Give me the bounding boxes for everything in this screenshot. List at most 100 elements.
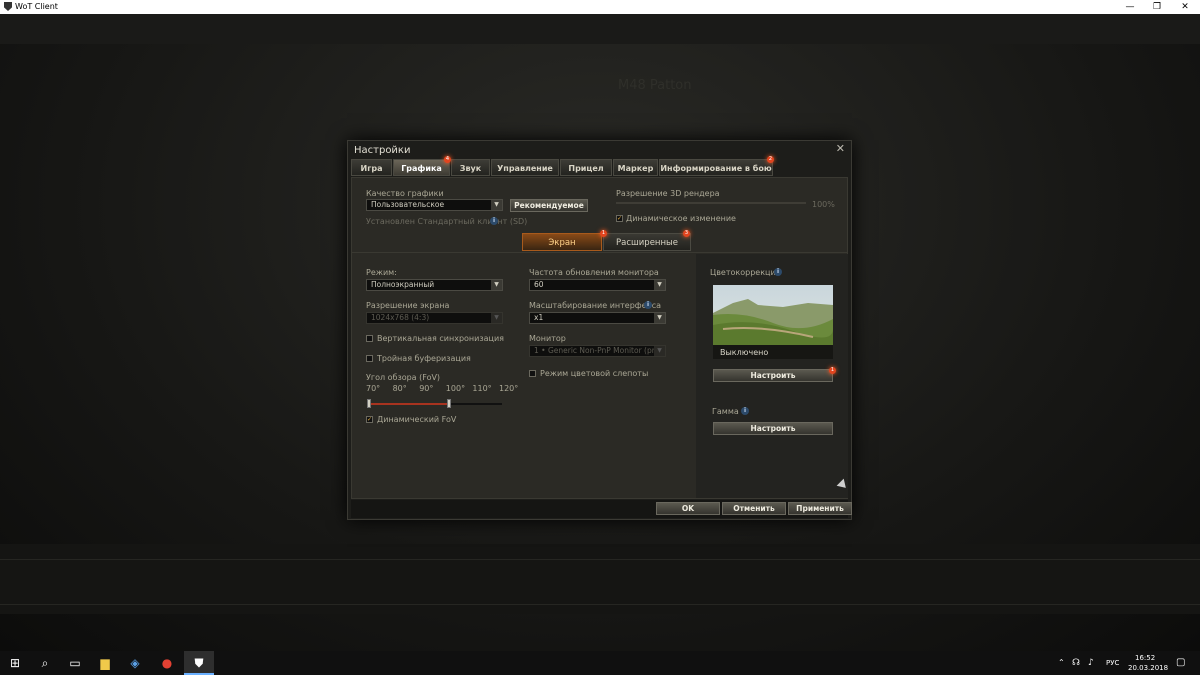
- wot-taskbar-icon[interactable]: ⛊: [184, 651, 214, 675]
- gamma-label: Гамма: [712, 407, 739, 416]
- fov-tick-label: 80°: [392, 384, 407, 393]
- info-icon[interactable]: i: [774, 268, 782, 276]
- info-icon[interactable]: i: [490, 217, 498, 225]
- chevron-down-icon: ▼: [654, 313, 665, 323]
- tab-crosshair[interactable]: Прицел: [560, 159, 612, 176]
- file-explorer-icon[interactable]: ▆: [90, 651, 120, 675]
- color-correction-label: Цветокоррекция: [710, 268, 781, 277]
- color-correction-badge: 1: [829, 367, 836, 374]
- fov-tick-label: 90°: [419, 384, 434, 393]
- fov-slider-fill: [369, 403, 449, 405]
- dynamic-fov-label: Динамический FoV: [377, 415, 457, 424]
- mode-value: Полноэкранный: [371, 280, 435, 289]
- volume-icon[interactable]: ♪: [1088, 651, 1094, 675]
- tab-sound[interactable]: Звук: [451, 159, 490, 176]
- subtab-advanced[interactable]: Расширенные: [603, 233, 691, 251]
- chevron-down-icon: ▼: [491, 313, 502, 323]
- fov-max-handle[interactable]: [446, 399, 451, 408]
- tab-marker[interactable]: Маркер: [613, 159, 658, 176]
- chevron-down-icon: ▼: [491, 280, 502, 290]
- graphics-panel: Качество графики Пользовательское ▼ Реко…: [351, 177, 850, 499]
- vsync-label: Вертикальная синхронизация: [377, 334, 504, 343]
- game-top-bar: [0, 14, 1200, 44]
- dialog-title: Настройки: [354, 145, 411, 156]
- render3d-label: Разрешение 3D рендера: [616, 189, 720, 198]
- resolution-select: 1024x768 (4:3) ▼: [366, 312, 503, 324]
- tank-name: M48 Patton: [618, 78, 692, 93]
- color-correction-configure-button[interactable]: Настроить: [713, 369, 833, 382]
- battle-info-badge: 2: [767, 156, 774, 163]
- chevron-down-icon: ▼: [654, 280, 665, 290]
- chrome-icon[interactable]: ●: [152, 651, 182, 675]
- apply-button[interactable]: Применить: [788, 502, 852, 515]
- quality-select[interactable]: Пользовательское ▼: [366, 199, 503, 211]
- dialog-close-button[interactable]: ✕: [836, 142, 845, 155]
- monitor-select: 1 • Generic Non-PnP Monitor (primar ▼: [529, 345, 666, 357]
- resolution-value: 1024x768 (4:3): [371, 313, 430, 322]
- chevron-down-icon: ▼: [491, 200, 502, 210]
- dynamic-render-label: Динамическое изменение: [626, 214, 736, 223]
- window-title: WoT Client: [15, 2, 58, 11]
- triple-buffer-label: Тройная буферизация: [377, 354, 471, 363]
- ok-button[interactable]: OK: [656, 502, 720, 515]
- render3d-fill: [616, 202, 806, 204]
- mode-label: Режим:: [366, 268, 397, 277]
- close-window-button[interactable]: ✕: [1170, 0, 1200, 14]
- vsync-checkbox[interactable]: [366, 335, 373, 342]
- colorblind-label: Режим цветовой слепоты: [540, 369, 649, 378]
- fov-min-handle[interactable]: [367, 399, 371, 408]
- notification-icon[interactable]: ▢: [1176, 651, 1185, 675]
- scale-value: x1: [534, 313, 544, 322]
- tab-battle-info[interactable]: Информирование в бою: [659, 159, 773, 176]
- refresh-value: 60: [534, 280, 544, 289]
- mode-select[interactable]: Полноэкранный ▼: [366, 279, 503, 291]
- window-titlebar: WoT Client — ❐ ✕: [0, 0, 1200, 14]
- tab-controls[interactable]: Управление: [491, 159, 559, 176]
- fov-tick-label: 100°: [445, 384, 466, 393]
- subtab-screen[interactable]: Экран: [522, 233, 602, 251]
- taskbar: ⊞ ⌕ ▭ ▆ ◈ ● ⛊ ⌃ ☊ ♪ РУС 16:52 20.03.2018…: [0, 651, 1200, 675]
- task-view-icon[interactable]: ▭: [60, 651, 90, 675]
- scale-select[interactable]: x1 ▼: [529, 312, 666, 324]
- restore-button[interactable]: ❐: [1142, 0, 1172, 14]
- colorblind-checkbox[interactable]: [529, 370, 536, 377]
- graphics-subtabs: Экран Расширенные 1 3: [522, 230, 692, 251]
- language-indicator[interactable]: РУС: [1106, 651, 1119, 675]
- search-icon[interactable]: ⌕: [30, 651, 60, 675]
- info-icon[interactable]: i: [741, 407, 749, 415]
- tab-game[interactable]: Игра: [351, 159, 392, 176]
- dynamic-render-checkbox[interactable]: ✓: [616, 215, 623, 222]
- windows-start-icon[interactable]: ⊞: [0, 651, 30, 675]
- screen-badge: 1: [600, 230, 607, 237]
- gamma-configure-button[interactable]: Настроить: [713, 422, 833, 435]
- render3d-slider[interactable]: [616, 202, 806, 204]
- triple-buffer-checkbox[interactable]: [366, 355, 373, 362]
- dynamic-fov-checkbox[interactable]: ✓: [366, 416, 373, 423]
- quality-label: Качество графики: [366, 189, 444, 198]
- settings-dialog: Настройки ✕ Игра Графика Звук Управление…: [347, 140, 852, 520]
- app-icon[interactable]: ◈: [120, 651, 150, 675]
- info-icon[interactable]: i: [644, 301, 652, 309]
- fov-tick-label: 110°: [472, 384, 492, 393]
- monitor-label: Монитор: [529, 334, 566, 343]
- wot-app-icon: [4, 2, 12, 11]
- scale-label: Масштабирование интерфейса: [529, 301, 662, 310]
- chevron-down-icon: ▼: [654, 346, 665, 356]
- network-icon[interactable]: ☊: [1072, 651, 1080, 675]
- refresh-select[interactable]: 60 ▼: [529, 279, 666, 291]
- clock-date[interactable]: 20.03.2018: [1128, 656, 1168, 675]
- settings-tabs: Игра Графика Звук Управление Прицел Марк…: [351, 156, 848, 176]
- refresh-label: Частота обновления монитора: [529, 268, 659, 277]
- cancel-button[interactable]: Отменить: [722, 502, 786, 515]
- tray-chevron-icon[interactable]: ⌃: [1058, 651, 1065, 675]
- fov-tick-label: 70°: [366, 384, 381, 393]
- divider: [352, 252, 847, 253]
- fov-tick-label: 120°: [499, 384, 519, 393]
- fov-label: Угол обзора (FoV): [366, 373, 441, 382]
- minimize-button[interactable]: —: [1115, 0, 1145, 14]
- render3d-percent: 100%: [812, 200, 835, 209]
- tab-graphics[interactable]: Графика: [393, 159, 450, 176]
- advanced-badge: 3: [683, 230, 690, 237]
- monitor-value: 1 • Generic Non-PnP Monitor (primar: [534, 346, 666, 355]
- recommended-button[interactable]: Рекомендуемое: [510, 199, 588, 212]
